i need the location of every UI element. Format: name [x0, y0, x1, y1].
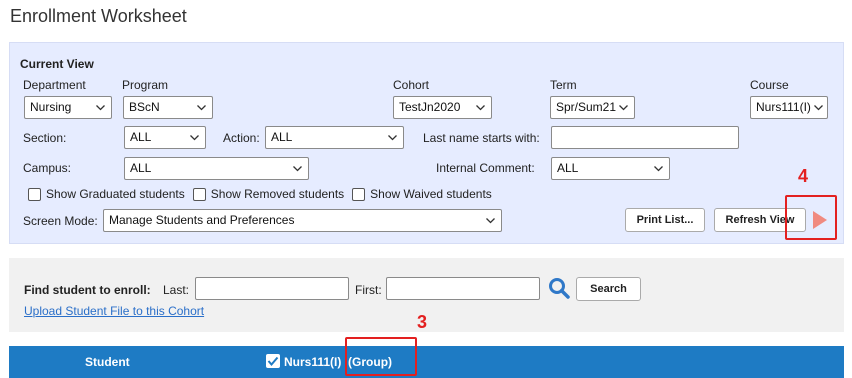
course-label: Course	[750, 78, 789, 92]
search-button[interactable]: Search	[576, 277, 641, 301]
last-name-label: Last name starts with:	[423, 131, 540, 145]
chevron-down-icon	[814, 105, 823, 111]
show-graduated-checkbox[interactable]	[28, 187, 41, 201]
cohort-select[interactable]: TestJn2020	[393, 96, 492, 119]
search-icon[interactable]	[548, 277, 570, 299]
find-student-label: Find student to enroll:	[24, 283, 151, 297]
course-select[interactable]: Nurs111(I)	[750, 96, 828, 119]
section-value: ALL	[130, 130, 152, 144]
campus-select[interactable]: ALL	[124, 157, 309, 180]
annotation-number-4: 4	[798, 166, 809, 186]
find-first-input[interactable]	[386, 277, 540, 300]
cohort-value: TestJn2020	[399, 100, 461, 114]
campus-value: ALL	[130, 161, 152, 175]
chevron-down-icon	[476, 105, 485, 111]
internal-comment-label: Internal Comment:	[436, 161, 535, 175]
section-select[interactable]: ALL	[124, 126, 206, 149]
student-column-header[interactable]: Student	[85, 355, 130, 369]
chevron-down-icon	[197, 105, 206, 111]
chevron-down-icon	[619, 105, 628, 111]
chevron-down-icon	[486, 218, 495, 224]
annotation-number-3: 3	[417, 312, 428, 332]
screen-mode-select[interactable]: Manage Students and Preferences	[103, 209, 502, 232]
section-label: Section:	[23, 131, 67, 145]
find-last-label: Last:	[163, 283, 190, 297]
show-removed-label: Show Removed students	[210, 187, 345, 201]
term-select[interactable]: Spr/Sum21	[550, 96, 635, 119]
program-label: Program	[122, 78, 169, 92]
cohort-label: Cohort	[393, 78, 430, 92]
internal-comment-select[interactable]: ALL	[551, 157, 670, 180]
program-value: BScN	[129, 100, 160, 114]
action-value: ALL	[271, 130, 293, 144]
department-label: Department	[23, 78, 86, 92]
show-options-row: Show Graduated students Show Removed stu…	[28, 187, 500, 201]
show-waived-option[interactable]: Show Waived students	[352, 187, 492, 201]
find-first-label: First:	[355, 283, 382, 297]
annotation-box-3	[345, 337, 417, 376]
chevron-down-icon	[388, 135, 397, 141]
table-header-bar	[9, 346, 844, 378]
show-graduated-option[interactable]: Show Graduated students	[28, 187, 185, 201]
show-removed-checkbox[interactable]	[192, 187, 206, 201]
last-name-input[interactable]	[551, 126, 739, 149]
campus-label: Campus:	[23, 161, 72, 175]
current-view-title: Current View	[20, 57, 94, 71]
screen-mode-value: Manage Students and Preferences	[109, 213, 295, 227]
term-value: Spr/Sum21	[556, 100, 617, 114]
internal-comment-value: ALL	[557, 161, 579, 175]
show-graduated-label: Show Graduated students	[46, 187, 185, 201]
course-select-all-checkbox[interactable]	[266, 354, 280, 368]
department-value: Nursing	[30, 100, 72, 114]
show-waived-label: Show Waived students	[370, 187, 492, 201]
action-select[interactable]: ALL	[265, 126, 404, 149]
chevron-down-icon	[654, 166, 663, 172]
print-list-button[interactable]: Print List...	[625, 208, 705, 232]
chevron-down-icon	[190, 135, 199, 141]
show-waived-checkbox[interactable]	[352, 187, 366, 201]
chevron-down-icon	[293, 166, 302, 172]
show-removed-option[interactable]: Show Removed students	[192, 187, 345, 201]
chevron-down-icon	[96, 105, 105, 111]
find-last-input[interactable]	[195, 277, 349, 300]
page-title: Enrollment Worksheet	[10, 6, 187, 26]
annotation-box-4	[785, 195, 837, 240]
checkmark-icon	[267, 356, 279, 367]
action-label: Action:	[223, 131, 260, 145]
upload-student-file-link[interactable]: Upload Student File to this Cohort	[24, 304, 204, 318]
screen-mode-label: Screen Mode:	[23, 214, 98, 228]
department-select[interactable]: Nursing	[24, 96, 112, 119]
course-value: Nurs111(I)	[756, 100, 811, 114]
term-label: Term	[550, 78, 577, 92]
program-select[interactable]: BScN	[123, 96, 213, 119]
